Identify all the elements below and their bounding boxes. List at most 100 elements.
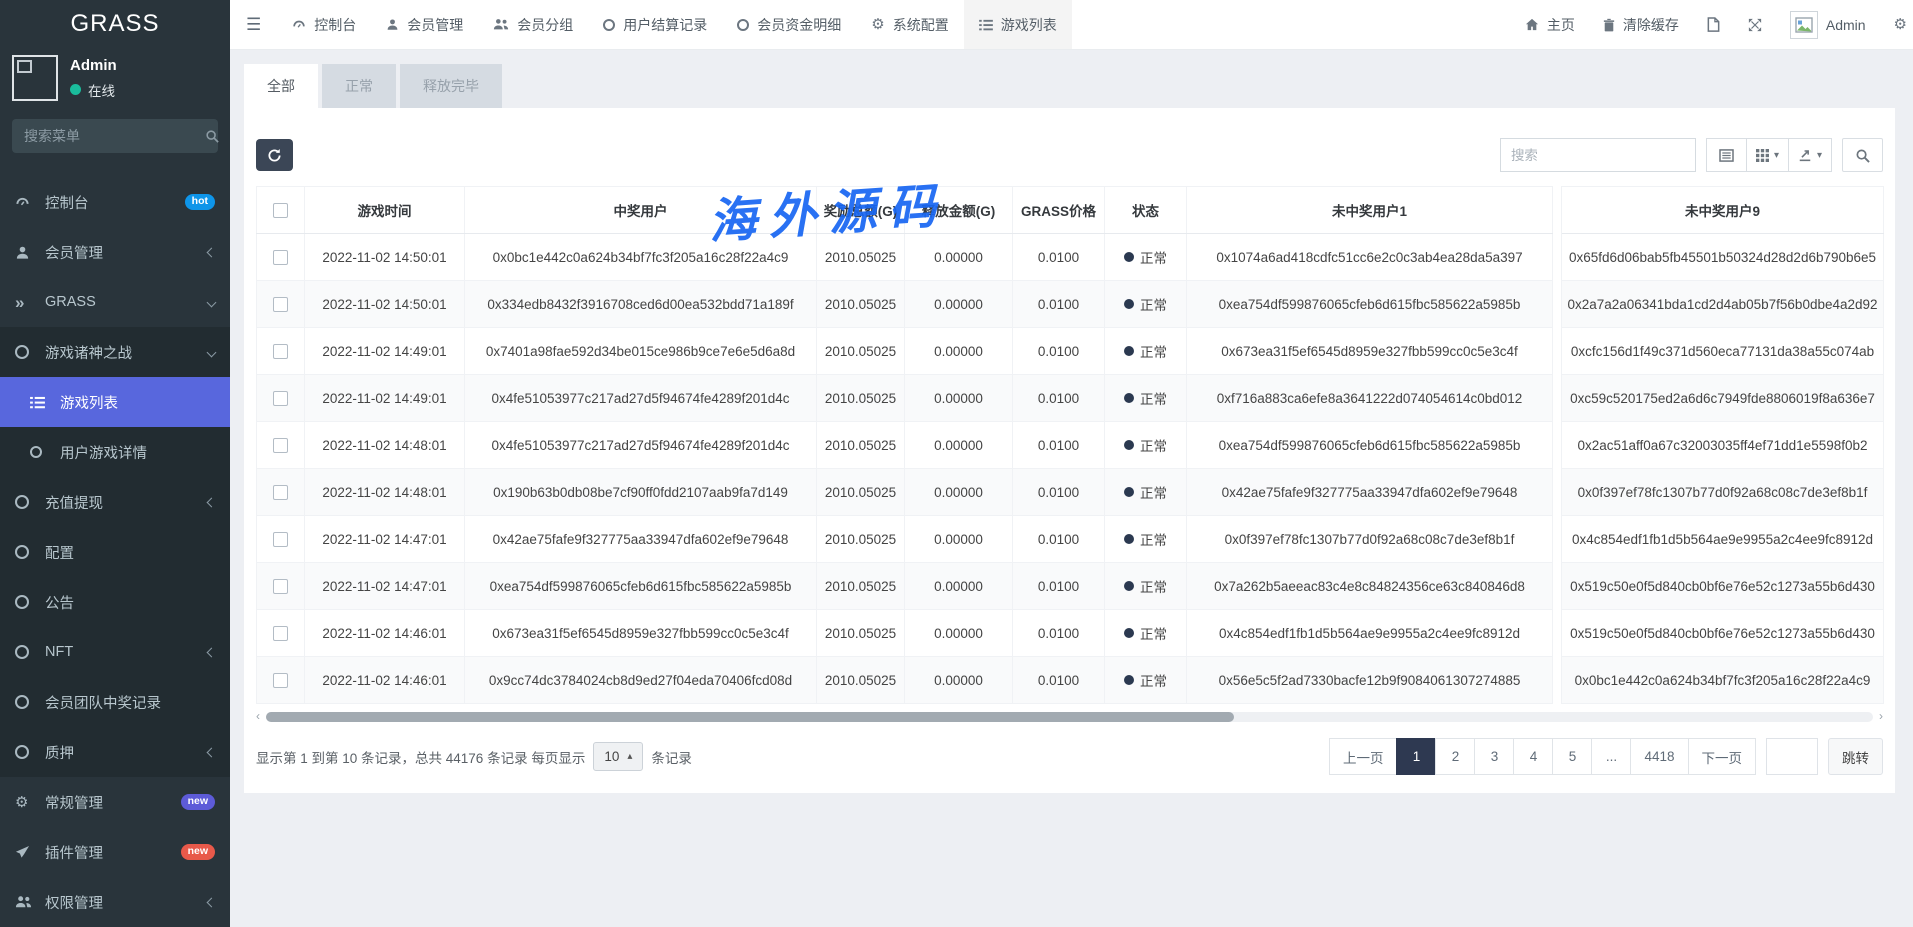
tab-all[interactable]: 全部	[244, 64, 318, 108]
prev-page-button[interactable]: 上一页	[1329, 738, 1398, 775]
status-badge: 正常	[1140, 251, 1167, 266]
row-checkbox[interactable]	[273, 344, 288, 359]
cell-loser9-address: 0x519c50e0f5d840cb0bf6e76e52c1273a55b6d4…	[1562, 610, 1884, 657]
nav-item-game-list[interactable]: 游戏列表	[964, 0, 1072, 49]
row-checkbox[interactable]	[273, 673, 288, 688]
nav-item-label: 会员分组	[517, 15, 573, 35]
columns-button[interactable]: ▾	[1746, 138, 1789, 172]
settings-button[interactable]: ⚙	[1882, 17, 1911, 32]
tab-normal[interactable]: 正常	[322, 64, 396, 108]
clear-cache-button[interactable]: 清除缓存	[1591, 15, 1691, 35]
scroll-right-arrow[interactable]: ›	[1879, 709, 1883, 723]
nav-item-console[interactable]: 控制台	[277, 0, 371, 49]
language-file-icon	[1707, 17, 1720, 32]
sidebar-item-label: 常规管理	[45, 792, 103, 813]
nav-item-system-config[interactable]: ⚙ 系统配置	[856, 0, 963, 49]
table-panel: ▾ ▾ 海外源码	[244, 108, 1895, 793]
table-row: 2022-11-02 14:48:01 0x4fe51053977c217ad2…	[257, 422, 1884, 469]
pager: 上一页 12345...4418 下一页 跳转	[1329, 738, 1883, 775]
fixed-column-gap	[1553, 516, 1562, 563]
row-checkbox[interactable]	[273, 485, 288, 500]
sidebar-item-game-list[interactable]: 游戏列表	[0, 377, 230, 427]
col-game-time[interactable]: 游戏时间	[305, 187, 465, 234]
row-checkbox[interactable]	[273, 532, 288, 547]
sidebar-item-user-game-detail[interactable]: 用户游戏详情	[0, 427, 230, 477]
nav-item-member-groups[interactable]: 会员分组	[478, 0, 588, 49]
cell-loser9-address: 0x2ac51aff0a67c32003035ff4ef71dd1e5598f0…	[1562, 422, 1884, 469]
page-button[interactable]: 5	[1552, 738, 1592, 775]
row-checkbox[interactable]	[273, 579, 288, 594]
sidebar-item-plugin-management[interactable]: 插件管理 new	[0, 827, 230, 877]
horizontal-scrollbar: ‹ ›	[256, 710, 1883, 724]
sidebar-item-staking[interactable]: 质押	[0, 727, 230, 777]
cell-released-amount: 0.00000	[905, 375, 1013, 422]
jump-page-input[interactable]	[1766, 738, 1818, 775]
scroll-left-arrow[interactable]: ‹	[256, 709, 260, 723]
cell-released-amount: 0.00000	[905, 516, 1013, 563]
next-page-button[interactable]: 下一页	[1688, 738, 1757, 775]
col-status[interactable]: 状态	[1105, 187, 1187, 234]
admin-menu[interactable]: Admin	[1778, 11, 1878, 39]
sidebar-item-nft[interactable]: NFT	[0, 627, 230, 677]
col-released-amount[interactable]: 释放金额(G)	[905, 187, 1013, 234]
sidebar-item-general-management[interactable]: ⚙ 常规管理 new	[0, 777, 230, 827]
row-checkbox[interactable]	[273, 297, 288, 312]
broken-image-icon	[1795, 17, 1813, 33]
page-button[interactable]: 3	[1474, 738, 1514, 775]
page-button[interactable]: 4	[1513, 738, 1553, 775]
col-total-reward[interactable]: 奖励总额(G)	[817, 187, 905, 234]
home-button[interactable]: 主页	[1513, 15, 1587, 35]
cell-loser9-address: 0x2a7a2a06341bda1cd2d4ab05b7f56b0dbe4a2d…	[1562, 281, 1884, 328]
scrollbar-track[interactable]	[266, 712, 1873, 722]
sidebar-item-console[interactable]: 控制台 hot	[0, 177, 230, 227]
detail-view-button[interactable]	[1706, 138, 1747, 172]
sidebar-item-team-prize-records[interactable]: 会员团队中奖记录	[0, 677, 230, 727]
cell-winner-address: 0x673ea31f5ef6545d8959e327fbb599cc0c5e3c…	[465, 610, 817, 657]
sidebar-item-announcement[interactable]: 公告	[0, 577, 230, 627]
hamburger-menu-icon[interactable]: ☰	[230, 0, 277, 49]
jump-button[interactable]: 跳转	[1828, 738, 1883, 775]
select-all-checkbox[interactable]	[273, 203, 288, 218]
page-size-dropdown[interactable]: 10 ▴	[593, 742, 643, 771]
cell-loser1-address: 0xea754df599876065cfeb6d615fbc585622a598…	[1187, 281, 1553, 328]
cell-grass-price: 0.0100	[1013, 563, 1105, 610]
tab-released[interactable]: 释放完毕	[400, 64, 502, 108]
col-loser9[interactable]: 未中奖用户9	[1562, 187, 1884, 234]
cell-status: 正常	[1105, 610, 1187, 657]
cell-winner-address: 0x42ae75fafe9f327775aa33947dfa602ef9e796…	[465, 516, 817, 563]
advanced-search-button[interactable]	[1842, 138, 1883, 172]
cell-winner-address: 0x4fe51053977c217ad27d5f94674fe4289f201d…	[465, 375, 817, 422]
fullscreen-button[interactable]	[1736, 18, 1774, 32]
sidebar-item-permission-management[interactable]: 权限管理	[0, 877, 230, 927]
sidebar-item-members[interactable]: 会员管理	[0, 227, 230, 277]
col-loser1[interactable]: 未中奖用户1	[1187, 187, 1553, 234]
page-button[interactable]: 2	[1435, 738, 1475, 775]
sidebar-search-input[interactable]	[24, 128, 205, 144]
row-checkbox[interactable]	[273, 626, 288, 641]
page-button[interactable]: ...	[1591, 738, 1631, 775]
language-button[interactable]	[1695, 17, 1732, 32]
nav-item-member-fund-details[interactable]: 会员资金明细	[722, 0, 856, 49]
page-button[interactable]: 1	[1396, 738, 1436, 775]
cell-loser1-address: 0x1074a6ad418cdfc51cc6e2c0c3ab4ea28da5a3…	[1187, 234, 1553, 281]
sidebar-item-deposit-withdraw[interactable]: 充值提现	[0, 477, 230, 527]
sidebar-item-config[interactable]: 配置	[0, 527, 230, 577]
col-winner[interactable]: 中奖用户	[465, 187, 817, 234]
sidebar-item-game-of-gods[interactable]: 游戏诸神之战	[0, 327, 230, 377]
row-checkbox[interactable]	[273, 438, 288, 453]
refresh-button[interactable]	[256, 139, 293, 171]
nav-item-label: 主页	[1547, 15, 1575, 35]
nav-item-user-settlement-records[interactable]: 用户结算记录	[588, 0, 722, 49]
nav-item-label: 游戏列表	[1001, 15, 1057, 35]
gear-icon: ⚙	[871, 17, 884, 32]
row-checkbox[interactable]	[273, 250, 288, 265]
scrollbar-thumb[interactable]	[266, 712, 1234, 722]
page-button[interactable]: 4418	[1630, 738, 1688, 775]
export-button[interactable]: ▾	[1788, 138, 1832, 172]
pagination-bar: 显示第 1 到第 10 条记录，总共 44176 条记录 每页显示 10 ▴ 条…	[244, 724, 1895, 791]
col-grass-price[interactable]: GRASS价格	[1013, 187, 1105, 234]
sidebar-item-grass[interactable]: » GRASS	[0, 277, 230, 327]
table-search-input[interactable]	[1511, 148, 1685, 163]
nav-item-members[interactable]: 会员管理	[371, 0, 478, 49]
row-checkbox[interactable]	[273, 391, 288, 406]
